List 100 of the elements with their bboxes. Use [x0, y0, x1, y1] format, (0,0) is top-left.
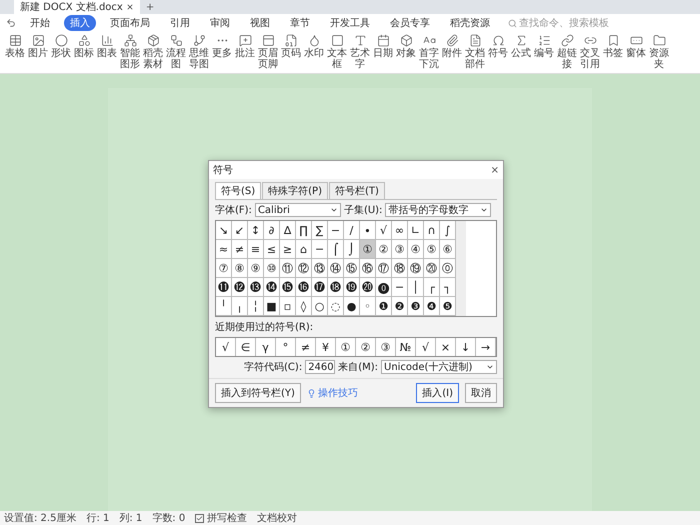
toolbar-button[interactable]: 附件: [441, 34, 463, 70]
symbol-cell[interactable]: ⓭: [248, 278, 264, 297]
symbol-cell[interactable]: ⓰: [296, 278, 312, 297]
toolbar-button[interactable]: 更多: [211, 34, 233, 70]
symbol-cell[interactable]: ①: [360, 240, 376, 259]
toolbar-button[interactable]: 日期: [372, 34, 394, 70]
symbol-cell[interactable]: ◌: [328, 297, 344, 316]
symbol-cell[interactable]: ④: [408, 240, 424, 259]
from-dropdown[interactable]: Unicode(十六进制): [381, 360, 497, 374]
symbol-cell[interactable]: ⓯: [280, 278, 296, 297]
symbol-cell[interactable]: ↘: [216, 221, 232, 240]
symbol-cell[interactable]: ③: [392, 240, 408, 259]
symbol-cell[interactable]: ⌂: [296, 240, 312, 259]
toolbar-button[interactable]: 页眉页脚: [257, 34, 279, 70]
toolbar-button[interactable]: 流程图: [165, 34, 187, 70]
menu-tab[interactable]: 插入: [64, 15, 96, 31]
insert-to-bar-button[interactable]: 插入到符号栏(Y): [215, 383, 301, 403]
recent-symbol-cell[interactable]: ②: [356, 338, 376, 356]
toolbar-button[interactable]: 文本框: [326, 34, 348, 70]
symbol-cell[interactable]: ▫: [280, 297, 296, 316]
toolbar-button[interactable]: 表格: [4, 34, 26, 70]
code-field[interactable]: 2460: [305, 360, 336, 374]
dialog-tab[interactable]: 符号栏(T): [329, 182, 385, 199]
scrollbar[interactable]: [456, 221, 466, 316]
symbol-cell[interactable]: ⓫: [216, 278, 232, 297]
recent-symbol-cell[interactable]: °: [276, 338, 296, 356]
recent-symbol-cell[interactable]: ∈: [236, 338, 256, 356]
insert-button[interactable]: 插入(I): [416, 383, 459, 403]
symbol-cell[interactable]: ⓳: [344, 278, 360, 297]
symbol-cell[interactable]: ─: [392, 278, 408, 297]
symbol-cell[interactable]: ⓪: [440, 259, 456, 278]
symbol-cell[interactable]: ↙: [232, 221, 248, 240]
symbol-cell[interactable]: ∫: [440, 221, 456, 240]
close-icon[interactable]: [126, 3, 134, 11]
toolbar-button[interactable]: 思维导图: [188, 34, 210, 70]
recent-symbol-cell[interactable]: √: [216, 338, 236, 356]
checkbox[interactable]: [195, 514, 204, 522]
toolbar-button[interactable]: 智能图形: [119, 34, 141, 70]
symbol-cell[interactable]: ❸: [408, 297, 424, 316]
recent-symbol-cell[interactable]: ③: [376, 338, 396, 356]
symbol-cell[interactable]: ≤: [264, 240, 280, 259]
symbol-cell[interactable]: ⌡: [344, 240, 360, 259]
symbol-cell[interactable]: ■: [264, 297, 280, 316]
toolbar-button[interactable]: 书签: [602, 34, 624, 70]
symbol-cell[interactable]: ❺: [440, 297, 456, 316]
cancel-button[interactable]: 取消: [465, 383, 497, 403]
menu-tab[interactable]: 开发工具: [324, 15, 376, 31]
symbol-cell[interactable]: ⑲: [408, 259, 424, 278]
symbol-cell[interactable]: ⑭: [328, 259, 344, 278]
symbol-cell[interactable]: ⌠: [328, 240, 344, 259]
symbol-cell[interactable]: ⑥: [440, 240, 456, 259]
symbol-cell[interactable]: ⑩: [264, 259, 280, 278]
symbol-cell[interactable]: ∟: [408, 221, 424, 240]
symbol-cell[interactable]: ┌: [424, 278, 440, 297]
symbol-cell[interactable]: ⑦: [216, 259, 232, 278]
symbol-cell[interactable]: ⑤: [424, 240, 440, 259]
symbol-cell[interactable]: ⑳: [424, 259, 440, 278]
symbol-cell[interactable]: ❶: [376, 297, 392, 316]
symbol-cell[interactable]: ∞: [392, 221, 408, 240]
toolbar-button[interactable]: 窗体: [625, 34, 647, 70]
symbol-cell[interactable]: ❷: [392, 297, 408, 316]
menu-tab[interactable]: 视图: [244, 15, 276, 31]
font-dropdown[interactable]: Calibri: [254, 203, 341, 217]
spell-check-label[interactable]: 拼写检查: [207, 511, 248, 525]
symbol-cell[interactable]: ┐: [440, 278, 456, 297]
symbol-cell[interactable]: ⑰: [376, 259, 392, 278]
symbol-cell[interactable]: ╎: [248, 297, 264, 316]
menu-tab[interactable]: 会员专享: [384, 15, 436, 31]
symbol-cell[interactable]: ⓱: [312, 278, 328, 297]
symbol-cell[interactable]: ≡: [248, 240, 264, 259]
toolbar-button[interactable]: 符号: [487, 34, 509, 70]
symbol-cell[interactable]: ╵: [216, 297, 232, 316]
symbol-cell[interactable]: ❹: [424, 297, 440, 316]
symbol-cell[interactable]: ╷: [232, 297, 248, 316]
symbol-cell[interactable]: ∩: [424, 221, 440, 240]
symbol-cell[interactable]: ↕: [248, 221, 264, 240]
symbol-cell[interactable]: ⑱: [392, 259, 408, 278]
symbol-cell[interactable]: ●: [344, 297, 360, 316]
recent-symbol-cell[interactable]: γ: [256, 338, 276, 356]
toolbar-button[interactable]: 图标: [73, 34, 95, 70]
dialog-tab[interactable]: 符号(S): [215, 182, 262, 199]
symbol-cell[interactable]: ⑫: [296, 259, 312, 278]
toolbar-button[interactable]: 艺术字: [349, 34, 371, 70]
proofread-label[interactable]: 文档校对: [257, 511, 298, 525]
toolbar-button[interactable]: 超链接: [556, 34, 578, 70]
toolbar-button[interactable]: 稻壳素材: [142, 34, 164, 70]
symbol-cell[interactable]: ⑨: [248, 259, 264, 278]
symbol-cell[interactable]: ∆: [280, 221, 296, 240]
recent-symbol-cell[interactable]: →: [476, 338, 496, 356]
symbol-cell[interactable]: ∑: [312, 221, 328, 240]
menu-tab[interactable]: 审阅: [204, 15, 236, 31]
symbol-cell[interactable]: ∙: [360, 221, 376, 240]
document-tab[interactable]: 新建 DOCX 文档.docx: [14, 0, 140, 14]
symbol-cell[interactable]: │: [408, 278, 424, 297]
undo-icon[interactable]: [6, 18, 16, 28]
symbol-cell[interactable]: ◦: [360, 297, 376, 316]
symbol-cell[interactable]: ⓲: [328, 278, 344, 297]
toolbar-button[interactable]: 页码: [280, 34, 302, 70]
recent-symbol-cell[interactable]: ×: [436, 338, 456, 356]
toolbar-button[interactable]: 批注: [234, 34, 256, 70]
